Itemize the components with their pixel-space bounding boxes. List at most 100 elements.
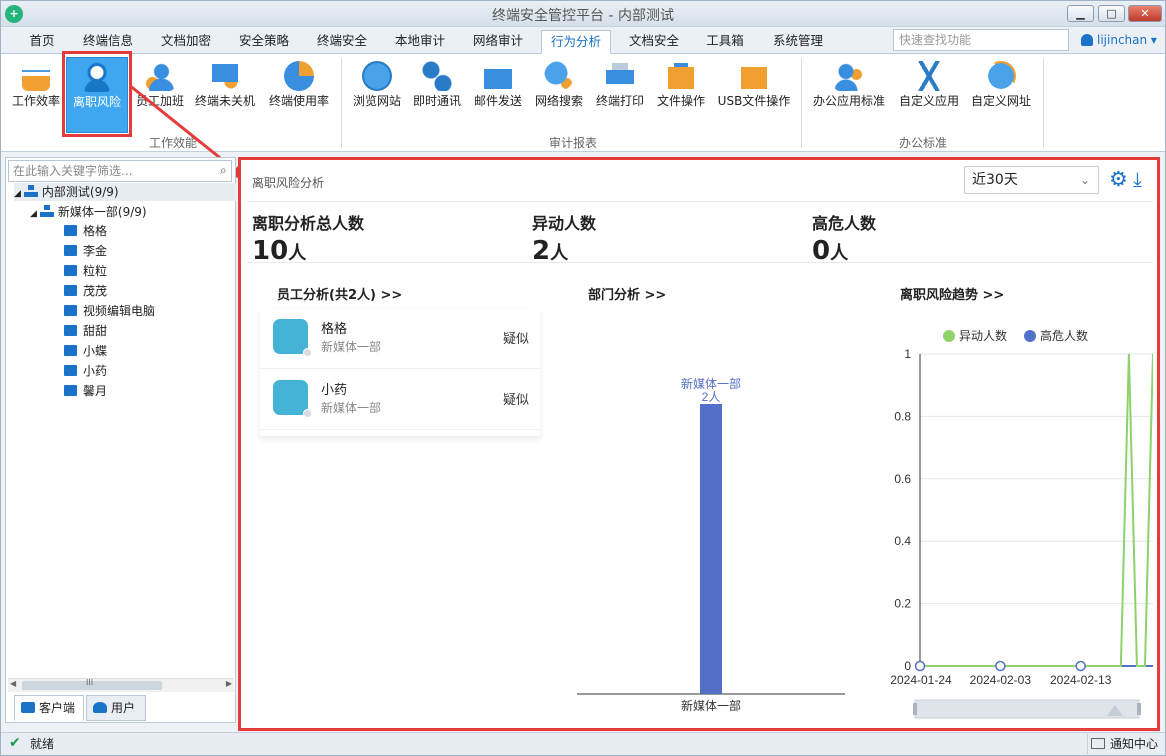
dept-bar-chart: 新媒体一部2人新媒体一部	[577, 376, 845, 713]
tab-behavior-analysis[interactable]: 行为分析	[541, 30, 611, 54]
tab-security-policy[interactable]: 安全策略	[231, 30, 297, 54]
ribbon-print[interactable]: 终端打印	[593, 57, 647, 121]
legend-label: 异动人数	[959, 328, 1007, 343]
tree-group[interactable]: ◢ 新媒体一部(9/9)	[30, 203, 147, 221]
status-text: 就绪	[30, 737, 55, 751]
tab-toolbox[interactable]: 工具箱	[697, 30, 753, 54]
employee-row[interactable]: 小药 新媒体一部 疑似	[260, 369, 540, 430]
user-magnifier-icon	[834, 61, 864, 91]
ribbon-divider	[1043, 58, 1044, 148]
series-point	[995, 660, 1006, 672]
y-tick-label: 0	[904, 659, 911, 673]
risk-analysis-panel: 离职风险分析 近30天 ⌄ ⚙ ⤓ 离职分析总人数 1 0 人 异动人数 2人 高危人…	[238, 157, 1160, 731]
tree-computer[interactable]: 馨月	[64, 382, 107, 400]
employee-name: 小药	[321, 383, 348, 398]
tree-computer[interactable]: 李金	[64, 242, 107, 260]
zoom-handle-left	[913, 703, 917, 715]
compass-icon	[914, 61, 944, 91]
ribbon-mail[interactable]: 邮件发送	[471, 57, 525, 121]
tab-local-audit[interactable]: 本地审计	[387, 30, 453, 54]
tab-doc-security[interactable]: 文档安全	[621, 30, 687, 54]
ribbon-usage-rate[interactable]: 终端使用率	[266, 57, 332, 121]
horizontal-scrollbar[interactable]: ◀ III ▶	[8, 678, 234, 692]
x-tick-label: 2024-02-03	[970, 673, 1032, 687]
status-bar: ✔ 就绪 通知中心	[1, 732, 1165, 755]
y-tick-label: 0.6	[894, 472, 911, 486]
org-icon	[39, 205, 54, 217]
y-tick-label: 0.2	[894, 597, 911, 611]
ribbon-file-ops[interactable]: 文件操作	[654, 57, 708, 121]
tree-computer[interactable]: 粒粒	[64, 262, 107, 280]
trend-link[interactable]: 离职风险趋势 >>	[900, 284, 1004, 303]
stat-unit: 人	[288, 243, 307, 264]
x-tick-label: 2024-01-24	[890, 673, 952, 687]
download-icon[interactable]: ⤓	[1133, 167, 1153, 191]
legend-marker	[1024, 330, 1036, 342]
phone-icon	[422, 61, 452, 91]
employee-name: 格格	[321, 322, 348, 337]
ribbon-work-efficiency[interactable]: 工作效率	[7, 57, 65, 121]
employee-row[interactable]: 格格 新媒体一部 疑似	[260, 308, 540, 369]
scroll-thumb[interactable]: III	[22, 678, 162, 690]
avatar	[273, 380, 312, 418]
ribbon-custom-app[interactable]: 自定义应用	[895, 57, 963, 121]
org-icon	[23, 185, 38, 197]
ribbon-usb-ops[interactable]: USB文件操作	[714, 57, 794, 121]
usb-folder-icon	[739, 61, 769, 91]
notification-center-button[interactable]: 通知中心	[1087, 734, 1165, 754]
tree-computer[interactable]: 小药	[64, 362, 107, 380]
title-bar: + 终端安全管控平台 - 内部测试 ▁ □ ✕	[1, 1, 1165, 27]
computer-icon	[64, 305, 77, 316]
tab-clients[interactable]: 客户端	[14, 695, 84, 721]
scroll-left-icon[interactable]: ◀	[10, 679, 16, 688]
tab-users[interactable]: 用户	[86, 695, 146, 721]
dept-analysis-link[interactable]: 部门分析 >>	[588, 284, 666, 303]
employee-analysis-link[interactable]: 员工分析(共2人) >>	[277, 284, 402, 303]
search-icon[interactable]: ⌕	[220, 163, 227, 178]
quick-search-input[interactable]: 快速查找功能	[893, 29, 1069, 51]
group-label-office: 办公标准	[898, 136, 947, 150]
minimize-button[interactable]: ▁	[1067, 5, 1094, 22]
tree-computer[interactable]: 视频编辑电脑	[64, 302, 155, 320]
group-label-audit: 审计报表	[548, 136, 597, 150]
gear-icon[interactable]: ⚙	[1109, 166, 1131, 192]
tab-network-audit[interactable]: 网络审计	[465, 30, 531, 54]
ribbon-divider	[341, 58, 342, 148]
ribbon-browse-web[interactable]: 浏览网站	[349, 57, 405, 121]
window-title: 终端安全管控平台 - 内部测试	[492, 8, 674, 24]
scroll-right-icon[interactable]: ▶	[226, 679, 232, 688]
y-tick-label: 0.8	[894, 409, 911, 423]
tree-root[interactable]: ◢ 内部测试(9/9)	[14, 183, 236, 201]
computer-icon	[64, 285, 77, 296]
computer-icon	[64, 385, 77, 396]
ribbon-office-standard[interactable]: 办公应用标准	[808, 57, 890, 121]
employee-status: 疑似	[503, 393, 530, 408]
tree-computer[interactable]: 茂茂	[64, 282, 107, 300]
x-tick-label: 新媒体一部	[681, 698, 741, 713]
tab-terminal-security[interactable]: 终端安全	[309, 30, 375, 54]
user-menu[interactable]: lijinchan ▾	[1081, 33, 1157, 47]
tree-filter-input[interactable]: 在此输入关键字筛选...	[8, 160, 232, 182]
tab-doc-encrypt[interactable]: 文档加密	[153, 30, 219, 54]
computer-icon	[64, 325, 77, 336]
tree-computer[interactable]: 格格	[64, 222, 107, 240]
tree-computer[interactable]: 小蝶	[64, 342, 107, 360]
app-window: + 终端安全管控平台 - 内部测试 ▁ □ ✕ 首页 终端信息 文档加密 安全策…	[0, 0, 1166, 756]
y-tick-label: 1	[904, 347, 911, 361]
tab-home[interactable]: 首页	[19, 30, 65, 54]
employee-status: 疑似	[503, 332, 530, 347]
date-range-select[interactable]: 近30天 ⌄	[964, 166, 1099, 194]
printer-icon	[605, 61, 635, 91]
series-line	[920, 353, 1153, 667]
globe-search-icon	[544, 61, 574, 91]
maximize-button[interactable]: □	[1098, 5, 1125, 22]
bar	[700, 404, 722, 694]
tab-system[interactable]: 系统管理	[765, 30, 831, 54]
menu-bar: 首页 终端信息 文档加密 安全策略 终端安全 本地审计 网络审计 行为分析 文档…	[1, 28, 1165, 54]
close-button[interactable]: ✕	[1128, 5, 1162, 22]
zoom-handle-right	[1137, 703, 1141, 715]
ribbon-search[interactable]: 网络搜索	[532, 57, 586, 121]
tree-computer[interactable]: 甜甜	[64, 322, 107, 340]
ribbon-custom-url[interactable]: 自定义网址	[967, 57, 1035, 121]
ribbon-im[interactable]: 即时通讯	[410, 57, 464, 121]
